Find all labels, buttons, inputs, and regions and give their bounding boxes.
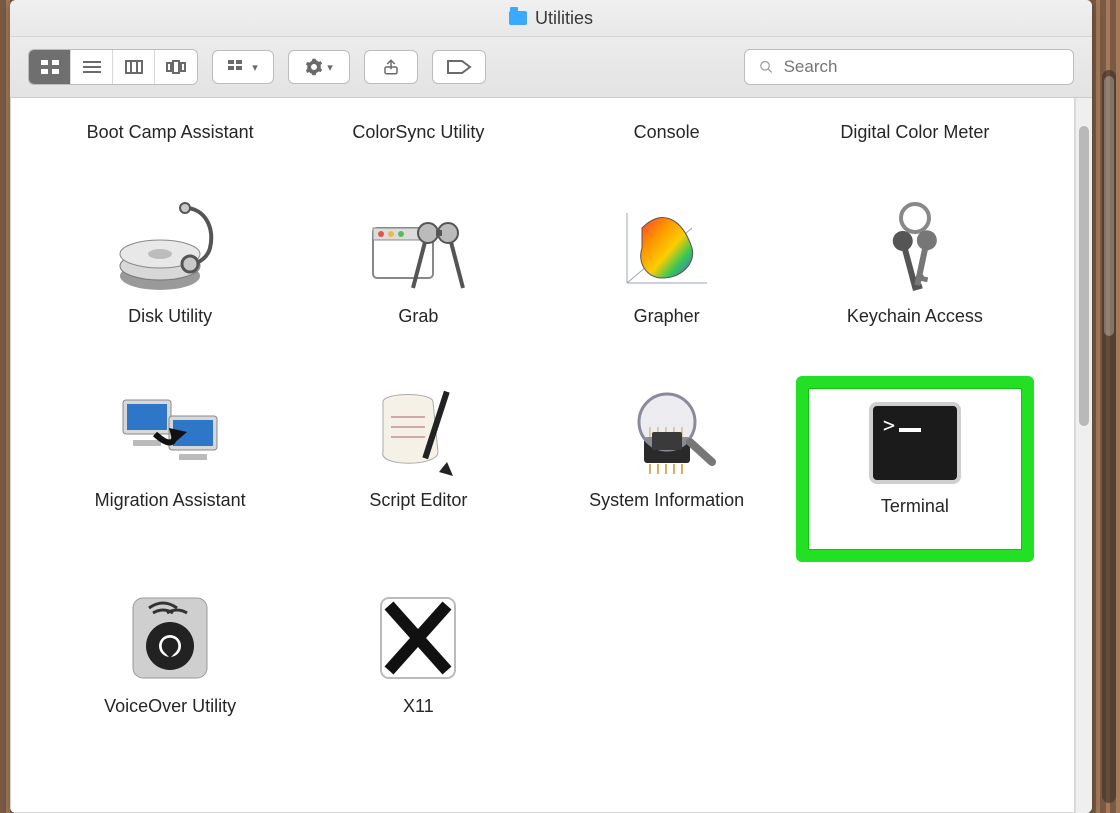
app-label: ColorSync Utility <box>352 122 484 166</box>
app-item-grab[interactable]: Grab <box>299 192 537 356</box>
app-label: System Information <box>589 490 744 534</box>
app-label: Disk Utility <box>128 306 212 350</box>
grapher-icon <box>612 198 722 298</box>
app-item-grapher[interactable]: Grapher <box>548 192 786 356</box>
app-item-digital-color-meter[interactable]: Digital Color Meter <box>796 108 1034 172</box>
keychain-icon <box>860 198 970 298</box>
terminal-icon: > <box>865 398 965 488</box>
disk-utility-icon <box>115 198 225 298</box>
search-input[interactable] <box>782 56 1059 78</box>
migration-assistant-icon <box>115 382 225 482</box>
utilities-folder-icon <box>509 11 527 25</box>
app-label: Migration Assistant <box>95 490 246 534</box>
app-item-bootcamp[interactable]: Boot Camp Assistant <box>51 108 289 172</box>
app-item-voiceover-utility[interactable]: VoiceOver Utility <box>51 582 289 746</box>
app-item-x11[interactable]: X11 <box>299 582 537 746</box>
grab-icon <box>363 198 473 298</box>
app-item-migration-assistant[interactable]: Migration Assistant <box>51 376 289 562</box>
app-item-console[interactable]: Console <box>548 108 786 172</box>
page-scrollbar[interactable] <box>1102 70 1116 803</box>
app-item-terminal[interactable]: > Terminal <box>796 376 1034 562</box>
window-titlebar[interactable]: Utilities <box>10 0 1092 37</box>
action-button[interactable]: ▾ <box>288 50 350 84</box>
app-label: Boot Camp Assistant <box>87 122 254 166</box>
app-label: VoiceOver Utility <box>104 696 236 740</box>
app-label: Grab <box>398 306 438 350</box>
arrange-button[interactable]: ▾ <box>212 50 274 84</box>
script-editor-icon <box>363 382 473 482</box>
icon-grid-area[interactable]: Boot Camp Assistant ColorSync Utility Co… <box>10 98 1075 813</box>
app-label: Script Editor <box>369 490 467 534</box>
search-icon <box>759 59 774 75</box>
voiceover-utility-icon <box>115 588 225 688</box>
view-column-button[interactable] <box>113 50 155 84</box>
view-coverflow-button[interactable] <box>155 50 197 84</box>
app-label: X11 <box>403 696 434 740</box>
app-label: Grapher <box>634 306 700 350</box>
app-item-colorsync[interactable]: ColorSync Utility <box>299 108 537 172</box>
app-item-script-editor[interactable]: Script Editor <box>299 376 537 562</box>
app-label: Keychain Access <box>847 306 983 350</box>
app-item-system-information[interactable]: System Information <box>548 376 786 562</box>
share-button[interactable] <box>364 50 418 84</box>
svg-text:>: > <box>883 413 895 437</box>
tags-button[interactable] <box>432 50 486 84</box>
x11-icon <box>363 588 473 688</box>
view-list-button[interactable] <box>71 50 113 84</box>
app-item-keychain-access[interactable]: Keychain Access <box>796 192 1034 356</box>
content-scrollbar[interactable] <box>1075 98 1092 813</box>
view-mode-segment <box>28 49 198 85</box>
app-label: Console <box>634 122 700 166</box>
app-item-disk-utility[interactable]: Disk Utility <box>51 192 289 356</box>
app-label: Terminal <box>881 496 949 540</box>
toolbar: ▾ ▾ <box>10 37 1092 98</box>
system-information-icon <box>612 382 722 482</box>
search-field[interactable] <box>744 49 1074 85</box>
finder-window: Utilities ▾ ▾ <box>10 0 1092 813</box>
window-title: Utilities <box>535 8 593 29</box>
view-icon-button[interactable] <box>29 50 71 84</box>
app-label: Digital Color Meter <box>840 122 989 166</box>
